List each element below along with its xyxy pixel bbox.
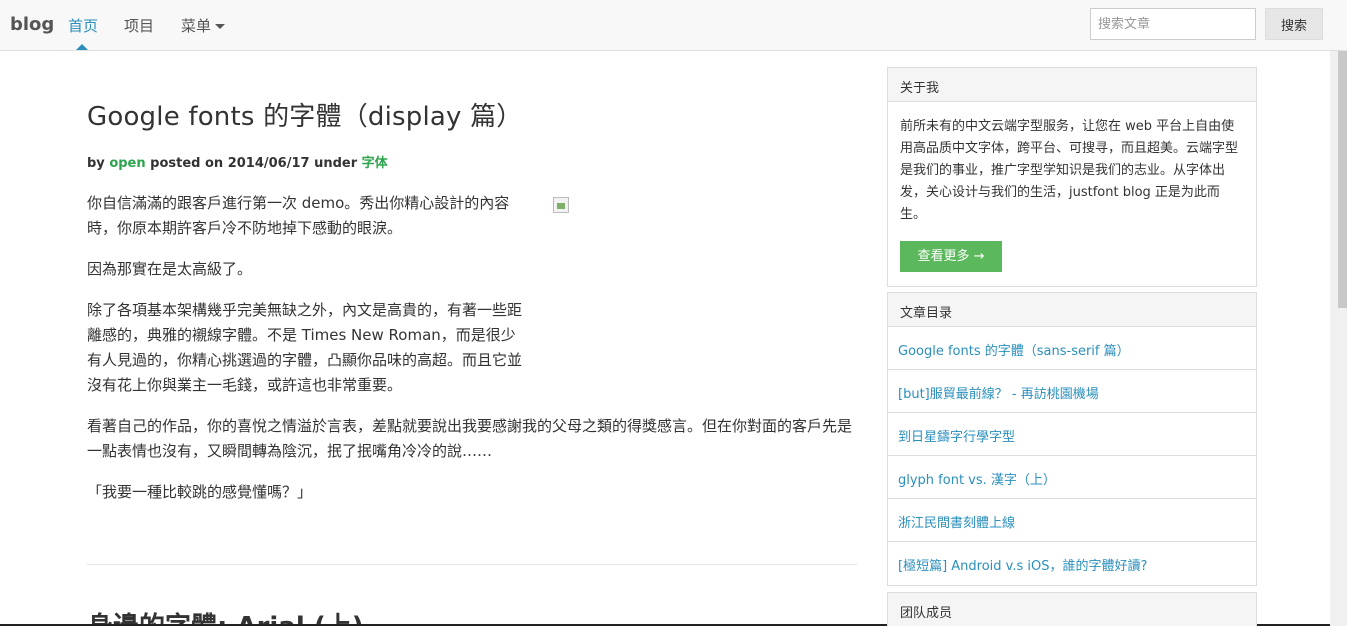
about-panel-title: 关于我	[888, 68, 1256, 102]
toc-item[interactable]: [極短篇] Android v.s iOS，誰的字體好讀?	[888, 542, 1256, 585]
toc-item[interactable]: 浙江民間書刻體上線	[888, 499, 1256, 542]
about-text: 前所未有的中文云端字型服务，让您在 web 平台上自由使用高品质中文字体，跨平台…	[900, 119, 1239, 222]
category-link[interactable]: 字体	[362, 156, 388, 171]
toc-item[interactable]: 到日星鑄字行學字型	[888, 413, 1256, 456]
toc-item[interactable]: Google fonts 的字體（sans-serif 篇）	[888, 327, 1256, 370]
post-meta: by open posted on 2014/06/17 under 字体	[87, 152, 388, 171]
post-quote: 「我要一種比較跳的感覺懂嗎？」	[87, 483, 313, 501]
post-paragraph: 因為那實在是太高級了。	[87, 260, 253, 278]
nav-projects[interactable]: 项目	[124, 15, 154, 36]
toc-item[interactable]: [but]服貿最前線？ - 再訪桃園機場	[888, 370, 1256, 413]
meta-by: by	[87, 156, 105, 171]
toc-item[interactable]: glyph font vs. 漢字（上）	[888, 456, 1256, 499]
post-image-icon	[553, 197, 569, 213]
next-post-title[interactable]: 身邊的字體: Arial (上)	[87, 606, 364, 626]
toc-panel: 文章目录 Google fonts 的字體（sans-serif 篇） [but…	[887, 292, 1257, 586]
nav-menu-dropdown[interactable]: 菜单	[181, 15, 226, 36]
author-link[interactable]: open	[109, 156, 145, 171]
caret-down-icon	[215, 24, 226, 29]
post-paragraph: 你自信滿滿的跟客戶進行第一次 demo。秀出你精心設計的內容時，你原本期許客戶冷…	[87, 194, 510, 237]
team-panel-title: 团队成员	[888, 593, 1256, 626]
post-title[interactable]: Google fonts 的字體（display 篇）	[87, 96, 522, 133]
top-navbar: blog 首页 项目 菜单 搜索	[0, 0, 1347, 51]
search-button[interactable]: 搜索	[1265, 8, 1323, 40]
brand-logo[interactable]: blog	[10, 14, 54, 35]
team-panel: 团队成员	[887, 592, 1257, 626]
nav-menu-label: 菜单	[181, 17, 212, 35]
see-more-button[interactable]: 查看更多 →	[900, 241, 1002, 272]
toc-panel-title: 文章目录	[888, 293, 1256, 327]
post-divider	[87, 564, 857, 565]
post-paragraph: 看著自己的作品，你的喜悅之情溢於言表，差點就要說出我要感謝我的父母之類的得獎感言…	[87, 417, 853, 460]
active-nav-indicator	[76, 44, 88, 50]
meta-posted: posted on 2014/06/17 under	[150, 156, 358, 171]
about-panel: 关于我 前所未有的中文云端字型服务，让您在 web 平台上自由使用高品质中文字体…	[887, 67, 1257, 287]
page-scrollbar-thumb[interactable]	[1338, 51, 1347, 308]
post-paragraph: 除了各項基本架構幾乎完美無缺之外，內文是高貴的，有著一些距離感的，典雅的襯線字體…	[87, 301, 523, 394]
nav-home[interactable]: 首页	[68, 15, 98, 36]
search-input[interactable]	[1090, 8, 1256, 40]
